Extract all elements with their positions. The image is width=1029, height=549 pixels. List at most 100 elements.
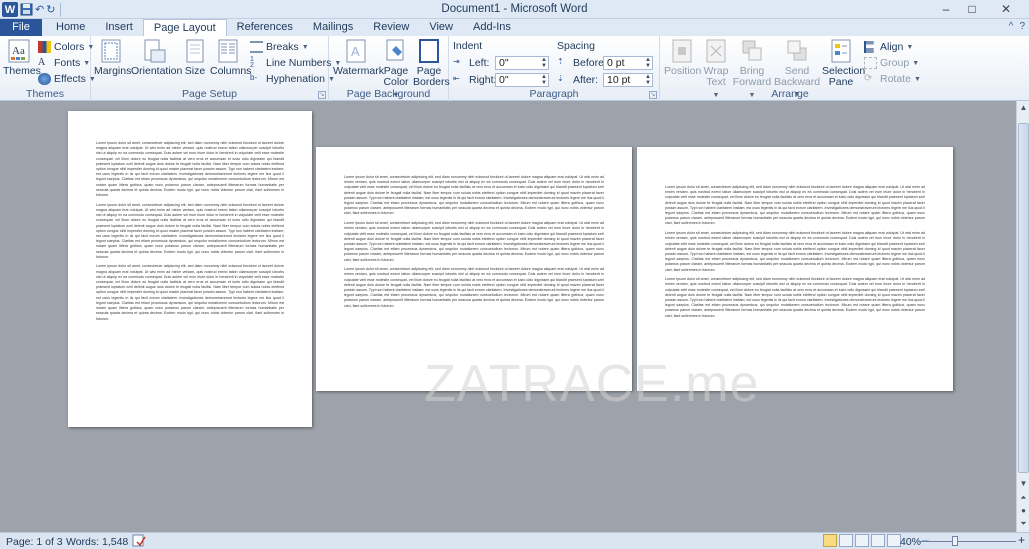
spacing-before-icon: ⇡ (557, 57, 564, 66)
indent-left-field[interactable]: 0" ▲ ▼ (495, 56, 549, 70)
orientation-icon (144, 39, 166, 63)
minimize-ribbon-icon[interactable]: ^ (1009, 21, 1014, 32)
page-borders-button[interactable]: Page Borders (413, 38, 450, 88)
margins-button[interactable]: Margins (94, 38, 131, 77)
theme-colors-button[interactable]: Colors ▼ (38, 40, 94, 54)
group-button[interactable]: Group ▼ (864, 56, 919, 70)
scroll-up-icon[interactable]: ▲ (1018, 103, 1029, 112)
spacing-before-field[interactable]: 0 pt ▲ ▼ (603, 56, 653, 70)
word-count[interactable]: Words: 1,548 (66, 536, 128, 548)
wrap-text-icon (706, 39, 726, 63)
browse-object-icon[interactable]: ● (1018, 506, 1029, 515)
indent-heading: Indent (453, 40, 483, 52)
line-numbers-icon: 12 (250, 56, 254, 69)
tab-insert[interactable]: Insert (95, 19, 143, 36)
fonts-icon: A (38, 57, 46, 68)
page-setup-launcher-icon[interactable]: ↘ (318, 91, 326, 99)
vertical-scrollbar[interactable]: ▲ ▼ ⏶ ● ⏷ (1016, 101, 1029, 532)
close-button[interactable]: ✕ (985, 0, 1027, 18)
themes-button[interactable]: Aa Themes (3, 38, 41, 77)
page-count[interactable]: Page: 1 of 3 (6, 536, 63, 548)
watermark-icon: A (346, 39, 366, 63)
bring-forward-icon (742, 40, 762, 61)
paragraph: Lorem ipsum dolor sit amet, consectetuer… (665, 277, 925, 318)
align-icon (864, 41, 877, 53)
print-layout-icon[interactable] (823, 534, 837, 547)
help-icon[interactable]: ? (1019, 21, 1025, 32)
indent-left-icon: ⇥ (453, 57, 460, 66)
maximize-button[interactable]: □ (959, 0, 985, 18)
paragraph-launcher-icon[interactable]: ↘ (649, 91, 657, 99)
full-screen-reading-icon[interactable] (839, 534, 853, 547)
document-area[interactable]: Lorem ipsum dolor sit amet, consectetuer… (0, 101, 1016, 532)
tab-add-ins[interactable]: Add-Ins (463, 19, 521, 36)
position-icon (672, 39, 692, 63)
rotate-button[interactable]: ⟳ Rotate ▼ (864, 72, 921, 86)
size-button[interactable]: Size (182, 38, 208, 77)
columns-button[interactable]: Columns (210, 38, 251, 77)
spacing-before-label: ⇡ Before: (557, 56, 607, 70)
breaks-icon (250, 41, 263, 53)
themes-icon: Aa (8, 39, 30, 63)
effects-label: Effects (54, 73, 86, 85)
tab-review[interactable]: Review (363, 19, 419, 36)
theme-fonts-button[interactable]: A Fonts ▼ (38, 56, 90, 70)
hyphenation-button[interactable]: b- Hyphenation ▼ (250, 72, 335, 86)
zoom-slider[interactable] (920, 541, 1016, 542)
page-1-body[interactable]: Lorem ipsum dolor sit amet, consectetuer… (96, 141, 284, 405)
zoom-out-icon[interactable]: – (922, 533, 929, 547)
page-2-body[interactable]: Lorem ipsum dolor sit amet, consectetuer… (344, 175, 604, 371)
spacing-before-spinner[interactable]: ▲ ▼ (645, 57, 651, 69)
watermark-label: Watermark (333, 65, 384, 77)
tab-view[interactable]: View (419, 19, 463, 36)
spacing-after-spinner[interactable]: ▲ ▼ (645, 74, 651, 86)
tab-page-layout[interactable]: Page Layout (142, 19, 227, 37)
paragraph: Lorem ipsum dolor sit amet, consectetuer… (344, 221, 604, 262)
indent-right-text: Right: (469, 74, 497, 86)
minimize-button[interactable]: – (933, 0, 959, 18)
size-label: Size (184, 65, 206, 77)
image-watermark: ZATRACE.me (424, 355, 760, 413)
paragraph-group: Indent Spacing ⇥ Left: 0" ▲ ▼ ⇤ Right: 0"… (449, 36, 660, 101)
align-button[interactable]: Align ▼ (864, 40, 913, 54)
spacing-after-field[interactable]: 10 pt ▲ ▼ (603, 73, 653, 87)
indent-right-spinner[interactable]: ▲ ▼ (541, 74, 547, 86)
group-icon (864, 57, 877, 69)
previous-page-icon[interactable]: ⏶ (1018, 493, 1029, 503)
next-page-icon[interactable]: ⏷ (1018, 519, 1029, 529)
orientation-button[interactable]: Orientation (131, 38, 183, 77)
tab-file[interactable]: File (0, 19, 42, 36)
hyphenation-icon: b- (250, 73, 258, 82)
page-3-body[interactable]: Lorem ipsum dolor sit amet, consectetuer… (665, 185, 925, 371)
tab-references[interactable]: References (227, 19, 303, 36)
zoom-level[interactable]: 40% (900, 536, 921, 548)
draft-icon[interactable] (887, 534, 901, 547)
chevron-down-icon: ▼ (906, 43, 914, 51)
web-layout-icon[interactable] (855, 534, 869, 547)
orientation-label: Orientation (131, 65, 183, 77)
selection-pane-button[interactable]: Selection Pane (822, 38, 865, 88)
proofing-icon[interactable] (132, 534, 146, 549)
theme-effects-button[interactable]: Effects ▼ (38, 72, 96, 86)
indent-left-spinner[interactable]: ▲ ▼ (541, 57, 547, 69)
outline-icon[interactable] (871, 534, 885, 547)
indent-right-value: 0" (499, 74, 509, 86)
tab-home[interactable]: Home (46, 19, 95, 36)
zoom-in-icon[interactable]: + (1018, 533, 1025, 547)
page-borders-icon (419, 39, 439, 63)
spacing-before-value: 0 pt (607, 57, 625, 69)
page-1[interactable]: Lorem ipsum dolor sit amet, consectetuer… (68, 111, 312, 427)
scroll-down-icon[interactable]: ▼ (1018, 479, 1029, 488)
tab-mailings[interactable]: Mailings (303, 19, 363, 36)
breaks-button[interactable]: Breaks ▼ (250, 40, 309, 54)
watermark-button[interactable]: A Watermark (333, 38, 384, 77)
indent-right-field[interactable]: 0" ▲ ▼ (495, 73, 549, 87)
send-label-2: Backward (774, 76, 821, 88)
tab-list: Home Insert Page Layout References Maili… (46, 19, 521, 37)
scroll-thumb[interactable] (1018, 123, 1029, 473)
page-setup-group-label: Page Setup (182, 88, 237, 100)
spacing-after-value: 10 pt (607, 74, 631, 86)
position-button[interactable]: Position (664, 38, 701, 77)
zoom-slider-thumb[interactable] (952, 536, 958, 546)
line-numbers-button[interactable]: 12 Line Numbers ▼ (250, 56, 341, 70)
